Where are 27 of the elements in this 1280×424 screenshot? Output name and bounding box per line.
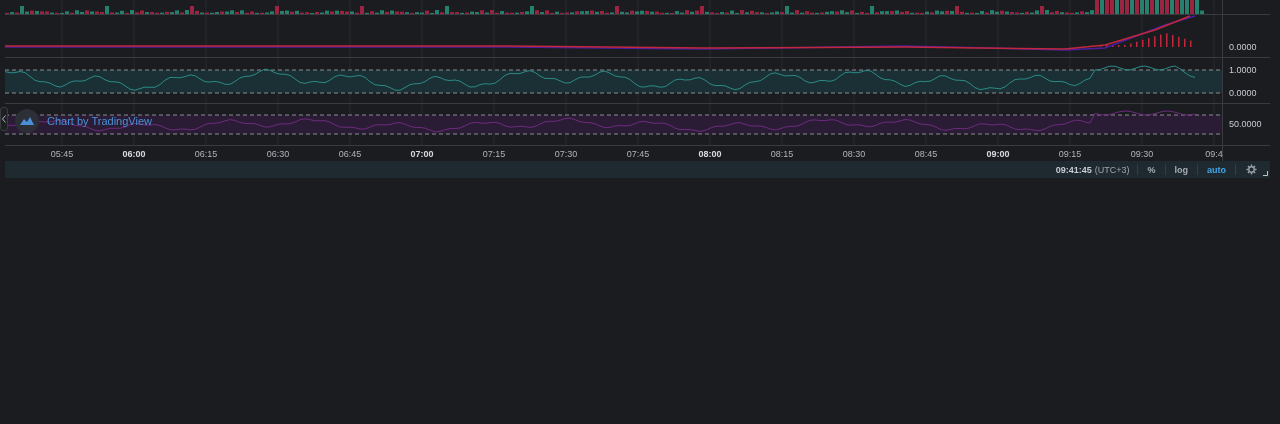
time-label: 08:30 xyxy=(842,149,866,159)
scale-option[interactable]: log xyxy=(1165,164,1197,175)
time-label: 06:45 xyxy=(338,149,362,159)
scale-option[interactable]: % xyxy=(1138,164,1165,175)
axis-label: 1.0000 xyxy=(1229,65,1257,75)
time-label: 09:00 xyxy=(986,149,1010,159)
axis-label: 50.0000 xyxy=(1229,119,1262,129)
time-label: 09:15 xyxy=(1058,149,1082,159)
time-label: 06:30 xyxy=(266,149,290,159)
time-label: 06:15 xyxy=(194,149,218,159)
time-label: 07:30 xyxy=(554,149,578,159)
scale-option[interactable]: auto xyxy=(1198,164,1235,175)
time-label: 09:4 xyxy=(1205,149,1223,159)
time-label: 06:00 xyxy=(122,149,146,159)
time-label: 07:00 xyxy=(410,149,434,159)
time-label: 08:15 xyxy=(770,149,794,159)
time-label: 07:45 xyxy=(626,149,650,159)
time-label: 08:00 xyxy=(698,149,722,159)
timezone-text: (UTC+3) xyxy=(1094,164,1130,175)
attribution-text[interactable]: Chart by TradingView xyxy=(47,115,152,127)
time-label: 09:30 xyxy=(1130,149,1154,159)
clock-text: 09:41:45 xyxy=(1055,164,1092,175)
time-label: 08:45 xyxy=(914,149,938,159)
time-label: 05:45 xyxy=(50,149,74,159)
time-label: 07:15 xyxy=(482,149,506,159)
axis-label: 0.0000 xyxy=(1229,42,1257,52)
axis-label: 0.0000 xyxy=(1229,88,1257,98)
